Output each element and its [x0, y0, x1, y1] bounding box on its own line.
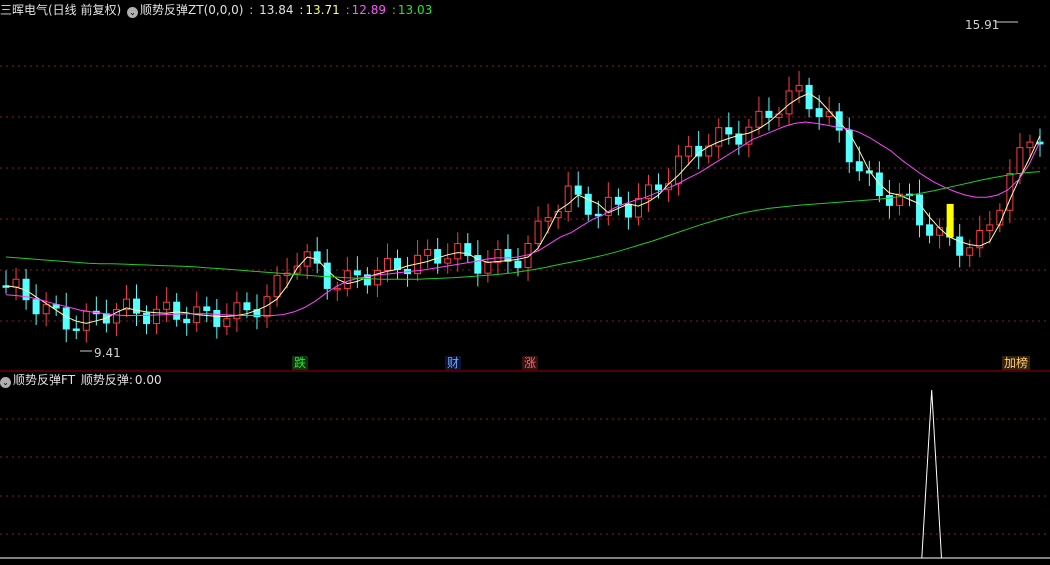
signal-candle: [946, 203, 954, 238]
candle-body: [52, 304, 60, 309]
candle-body: [153, 308, 161, 325]
candle-body: [203, 306, 211, 312]
candle-body: [685, 145, 693, 157]
candle-body: [885, 195, 893, 206]
candle-body: [966, 247, 974, 256]
value-separator: :: [249, 3, 254, 17]
candle-body: [273, 274, 281, 298]
main-header: 三晖电气(日线 前复权) ⌄ 顺势反弹ZT(0,0,0) : 13.84 :13.…: [0, 3, 433, 18]
candle-body: [484, 261, 492, 274]
candle-body: [574, 185, 582, 195]
candle-body: [795, 84, 803, 92]
candle-body: [333, 287, 341, 291]
candle-body: [1026, 141, 1034, 149]
candle-body: [343, 270, 351, 289]
event-tag-finance[interactable]: 财: [445, 356, 462, 370]
sub-value: 0.00: [134, 373, 162, 387]
candle-body: [42, 304, 50, 315]
candle-body: [213, 310, 221, 327]
min-price-label: 9.41: [94, 346, 121, 360]
candle-body: [243, 302, 251, 311]
sub-indicator-menu-icon[interactable]: ⌄: [0, 377, 11, 388]
candle-body: [1016, 147, 1024, 175]
candle-body: [72, 328, 80, 331]
candle-body: [12, 278, 20, 288]
candle-body: [353, 270, 361, 276]
stock-title[interactable]: 三晖电气(日线 前复权): [0, 3, 121, 17]
candle-body: [323, 262, 331, 289]
sub-header: ⌄ 顺势反弹FT 顺势反弹: 0.00: [0, 370, 164, 390]
candle-body: [394, 258, 402, 270]
candle-body: [755, 110, 763, 128]
candle-body: [494, 249, 502, 263]
indicator-name[interactable]: 顺势反弹ZT(0,0,0): [140, 3, 243, 17]
candle-body: [444, 258, 452, 264]
candle-body: [373, 269, 381, 286]
ma-line-ma5: [5, 92, 1041, 324]
candle-body: [655, 184, 663, 191]
candle-body: [926, 224, 934, 236]
candle-body: [173, 301, 181, 320]
candle-body: [82, 310, 90, 331]
kline-chart[interactable]: [0, 0, 1050, 565]
candle-body: [614, 196, 622, 205]
candle-body: [675, 155, 683, 185]
event-tag-rise[interactable]: 涨: [522, 356, 539, 370]
event-tag-fall[interactable]: 跌: [292, 356, 309, 370]
value-2: 13.71: [305, 3, 340, 17]
candle-body: [624, 203, 632, 218]
candle-body: [163, 301, 171, 310]
candle-body: [514, 260, 522, 269]
candle-body: [916, 194, 924, 226]
candle-body: [634, 198, 642, 218]
candle-body: [805, 84, 813, 110]
candle-body: [504, 249, 512, 262]
candle-body: [855, 161, 863, 172]
candle-body: [223, 318, 231, 327]
candle-body: [424, 249, 432, 256]
candle-body: [564, 185, 572, 212]
value-3: 12.89: [351, 3, 386, 17]
chart-window: 三晖电气(日线 前复权) ⌄ 顺势反弹ZT(0,0,0) : 13.84 :13.…: [0, 0, 1050, 565]
candle-body: [584, 193, 592, 215]
value-1: 13.84: [259, 3, 294, 17]
candle-body: [815, 108, 823, 118]
candle-body: [765, 110, 773, 118]
candle-body: [534, 220, 542, 245]
ma-line-ma60: [5, 171, 1041, 280]
indicator-menu-icon[interactable]: ⌄: [127, 7, 139, 18]
candle-body: [986, 224, 994, 231]
candle-body: [383, 258, 391, 271]
sub-value-label: 顺势反弹:: [80, 373, 133, 387]
event-tag-list[interactable]: 加榜: [1002, 356, 1031, 370]
candle-body: [956, 236, 964, 256]
candle-body: [725, 127, 733, 135]
candle-body: [143, 312, 151, 325]
candle-body: [845, 129, 853, 163]
candle-body: [544, 217, 552, 222]
sub-indicator-name[interactable]: 顺势反弹FT: [13, 373, 75, 387]
candle-body: [454, 243, 462, 260]
candle-body: [62, 307, 70, 330]
max-price-label: 15.91: [965, 18, 1000, 32]
signal-line: [6, 389, 1040, 559]
candle-body: [32, 299, 40, 315]
candle-body: [233, 302, 241, 320]
value-4: 13.03: [397, 3, 433, 17]
candle-body: [434, 249, 442, 264]
candle-body: [183, 318, 191, 324]
candle-body: [825, 111, 833, 118]
